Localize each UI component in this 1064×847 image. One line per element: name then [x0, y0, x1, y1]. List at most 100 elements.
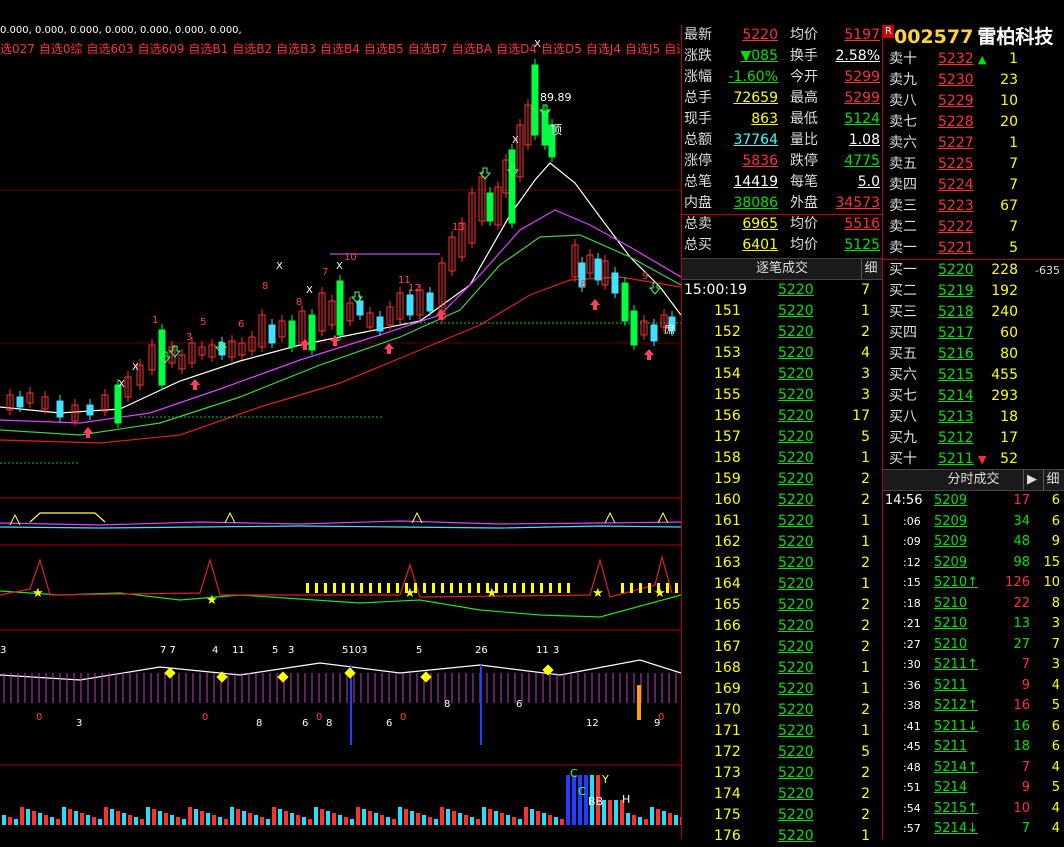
volume-bar — [50, 817, 54, 825]
count-mark: 13 — [452, 222, 465, 233]
ask-label: 卖十 — [889, 51, 917, 67]
tape1-header[interactable]: 逐笔成交 细 — [682, 258, 882, 280]
candle-body — [594, 258, 602, 281]
volume-bar — [212, 815, 216, 825]
minute-row: :41 5211↓ 16 6 — [883, 716, 1064, 737]
tape-volume: 2 — [861, 618, 870, 634]
tape2-header[interactable]: 分时成交 ▶ 细 — [883, 469, 1064, 491]
tape2-detail-button[interactable]: 细 — [1043, 470, 1062, 490]
minute-row: :36 5211 9 4 — [883, 675, 1064, 696]
watchlist-tab[interactable]: 自选D4 — [496, 42, 537, 56]
volume-bar — [434, 819, 438, 825]
volume-bar — [14, 819, 18, 825]
watchlist-tab[interactable]: 自选609 — [137, 42, 184, 56]
signal-bar — [441, 583, 444, 593]
volume-bar — [416, 813, 420, 825]
minute-time: :41 — [903, 719, 921, 733]
tape-volume: 5 — [861, 744, 870, 760]
minute-count: 22 — [1013, 595, 1030, 611]
bid-row: 买十 5211 ▼ 52 — [883, 449, 1064, 470]
minute-row: :27 5210 27 7 — [883, 634, 1064, 655]
tape-row: 157 5220 5 — [682, 427, 882, 448]
tape-volume: 1 — [861, 303, 870, 319]
tape2-title[interactable]: 分时成交 — [947, 472, 999, 487]
volume-bar — [626, 813, 630, 825]
volume-bar — [170, 815, 174, 825]
ask-label: 卖六 — [889, 135, 917, 151]
watchlist-tab[interactable]: 自选B2 — [232, 42, 272, 56]
star-icon: ★ — [32, 586, 44, 601]
minute-count: 17 — [1013, 493, 1030, 508]
watchlist-tab[interactable]: 自选B5 — [364, 42, 404, 56]
volume-bar — [650, 807, 654, 825]
quote-value: 6965 — [742, 216, 778, 232]
watchlist-tab[interactable]: 自选B1 — [188, 42, 228, 56]
minute-volume: 6 — [1051, 718, 1060, 734]
volume-bar — [194, 809, 198, 825]
tape-price: 5220 — [778, 639, 814, 655]
quote-label: 涨停 — [684, 153, 712, 169]
watchlist-tab[interactable]: 自选0综 — [39, 42, 83, 56]
volume-bar — [128, 815, 132, 825]
volume-bar — [344, 817, 348, 825]
tape-row: 170 5220 2 — [682, 700, 882, 721]
watchlist-tab[interactable]: 自选B7 — [408, 42, 448, 56]
minute-volume: 7 — [1051, 636, 1060, 652]
bid-row: 买三 5218 240 — [883, 302, 1064, 323]
bid-row: 买八 5213 18 — [883, 407, 1064, 428]
ask-price: 5232 — [938, 51, 974, 67]
quote-label: 最新 — [684, 27, 712, 43]
bid-price: 5214 — [938, 388, 974, 404]
volume-bar — [548, 815, 552, 825]
watchlist-tab[interactable]: 自选D5 — [541, 42, 582, 56]
kline-chart[interactable]: 89.89顶庶135 68871011121389XXXXXXX★ ★ ★ ★ ★ ★3 7 … — [0, 25, 681, 839]
volume-bar — [356, 807, 360, 825]
volume-bar — [248, 813, 252, 825]
signal-bar — [468, 583, 471, 593]
minute-time: :06 — [903, 514, 921, 528]
watchlist-tab[interactable]: 自选BA — [452, 42, 492, 56]
ask-label: 卖五 — [889, 156, 917, 172]
play-icon[interactable]: ▶ — [1023, 470, 1040, 490]
tape-volume: 3 — [861, 387, 870, 403]
watchlist-tab[interactable]: 自选B4 — [320, 42, 360, 56]
watchlist-tab[interactable]: 自选J5 — [625, 42, 660, 56]
minute-count: 7 — [1021, 821, 1030, 836]
volume-bar — [512, 817, 516, 825]
volume-bar — [296, 815, 300, 825]
zero-mark: 0 — [316, 712, 322, 723]
minute-time: :36 — [903, 678, 921, 692]
x-mark: X — [276, 261, 283, 272]
arrow-down-icon: ▼ — [978, 453, 987, 466]
tape1-title[interactable]: 逐笔成交 — [756, 261, 808, 276]
panel-label: 5 — [416, 645, 422, 656]
indicator-values: 0.000, 0.000, 0.000, 0.000, 0.000, 0.000… — [0, 25, 242, 36]
ask-price: 5229 — [938, 93, 974, 109]
volume-bar — [536, 811, 540, 825]
tape-volume: 4 — [861, 345, 870, 361]
watchlist-tab[interactable]: 自选603 — [87, 42, 134, 56]
volume-bar — [230, 807, 234, 825]
watchlist-tab[interactable]: 自选B3 — [276, 42, 316, 56]
tape-price: 5220 — [778, 555, 814, 571]
bid-label: 买五 — [889, 346, 917, 362]
minute-volume: 4 — [1051, 821, 1060, 836]
signal-bar — [666, 583, 669, 593]
watchlist-tabs[interactable]: 选027 自选0综 自选603 自选609 自选B1 自选B2 自选B3 自选B4 自选B5 自选… — [0, 41, 680, 57]
minute-volume: 4 — [1051, 677, 1060, 693]
watchlist-tab[interactable]: 自选J4 — [586, 42, 621, 56]
star-icon: ★ — [404, 586, 416, 601]
volume-bar — [86, 815, 90, 825]
volume-bar — [182, 819, 186, 825]
diamond-icon — [164, 667, 176, 679]
tape1-detail-button[interactable]: 细 — [861, 259, 880, 279]
volume-bar — [392, 819, 396, 825]
signal-bar — [513, 583, 516, 593]
bid-price: 5213 — [938, 409, 974, 425]
watchlist-tab[interactable]: 选027 — [0, 42, 35, 56]
watchlist-tab[interactable]: 自选L5 — [664, 42, 680, 56]
signal-bar — [630, 583, 633, 593]
ask-row: 卖二 5222 7 — [883, 217, 1064, 238]
volume-bar — [440, 807, 444, 825]
ask-row: 卖九 5230 23 — [883, 70, 1064, 91]
